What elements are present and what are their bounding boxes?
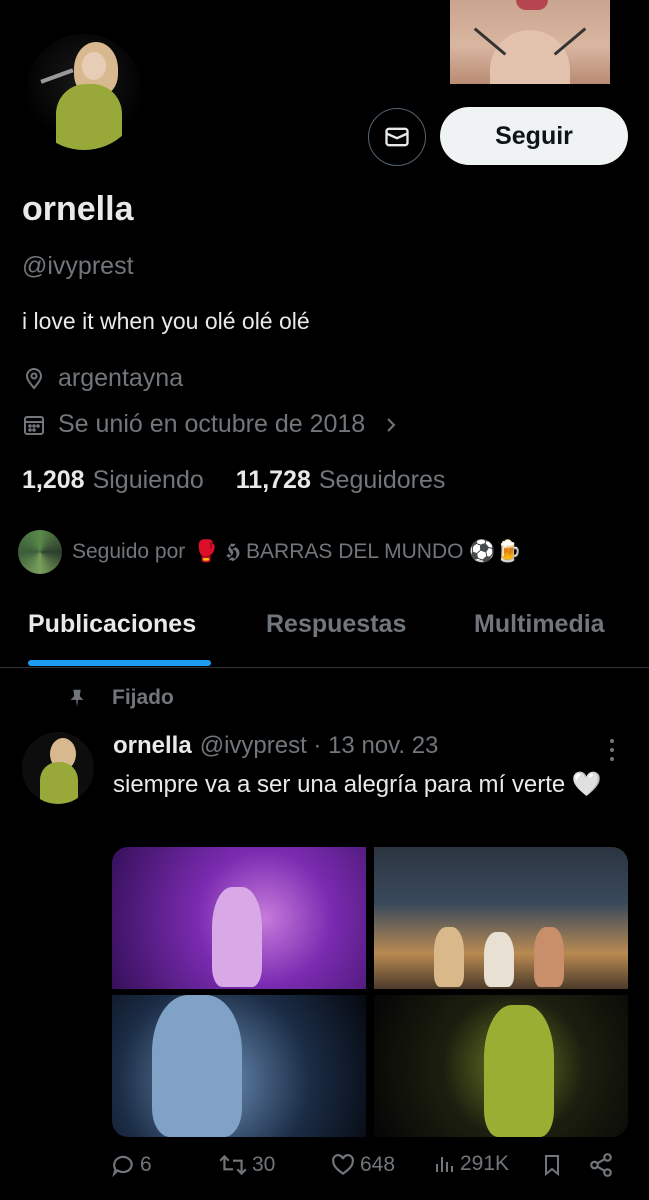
repost-icon: [219, 1154, 247, 1176]
tab-respuestas[interactable]: Respuestas: [266, 610, 406, 639]
message-button[interactable]: [368, 108, 426, 166]
post-author-avatar[interactable]: [22, 732, 94, 804]
follow-stats: 1,208 Siguiendo 11,728 Seguidores: [22, 466, 477, 495]
share-icon: [590, 1153, 612, 1177]
profile-bio: i love it when you olé olé olé: [22, 308, 310, 334]
pinned-label: Fijado: [112, 686, 174, 709]
mail-icon: [385, 127, 409, 147]
share-button[interactable]: [588, 1152, 618, 1178]
reply-button[interactable]: 6: [110, 1152, 152, 1178]
post-media-grid: [112, 847, 628, 1137]
following-link[interactable]: 1,208 Siguiendo: [22, 466, 204, 495]
follow-button[interactable]: Seguir: [440, 107, 628, 165]
repost-button[interactable]: 30: [218, 1152, 275, 1178]
location-pin-icon: [25, 367, 43, 390]
followers-count: 11,728: [235, 466, 311, 494]
calendar-icon: [24, 415, 44, 435]
post-author-handle-date[interactable]: @ivyprest · 13 nov. 23: [200, 732, 439, 760]
heart-icon: [332, 1154, 354, 1175]
location-row: argentayna: [22, 364, 183, 393]
banner-image[interactable]: [450, 0, 610, 84]
display-name: ornella: [22, 190, 134, 228]
joined-text: Se unió en octubre de 2018: [58, 410, 366, 438]
following-count: 1,208: [22, 466, 85, 494]
profile-avatar[interactable]: [22, 30, 146, 154]
followers-link[interactable]: 11,728 Seguidores: [236, 466, 446, 495]
reply-count: 6: [140, 1153, 152, 1176]
follower-avatar: [18, 530, 62, 574]
reply-icon: [112, 1155, 133, 1178]
views-count: 291K: [460, 1152, 510, 1175]
views-chart-icon: [436, 1157, 453, 1172]
like-count: 648: [360, 1153, 396, 1176]
more-vertical-icon: [610, 739, 614, 761]
active-tab-indicator: [28, 660, 211, 666]
followed-by-prefix: Seguido por: [72, 540, 186, 563]
post-header: ornella @ivyprest · 13 nov. 23: [113, 732, 438, 760]
repost-count: 30: [252, 1153, 276, 1176]
tab-multimedia[interactable]: Multimedia: [474, 610, 605, 639]
following-label: Siguiendo: [92, 466, 204, 494]
pin-icon: [70, 689, 84, 708]
bookmark-icon: [545, 1155, 559, 1177]
bookmark-button[interactable]: [540, 1152, 568, 1178]
followed-by-account: 🥊 𝕳 BARRAS DEL MUNDO ⚽🍺: [193, 540, 522, 563]
media-image-2[interactable]: [374, 847, 628, 989]
location-text: argentayna: [58, 364, 184, 392]
like-button[interactable]: 648: [330, 1152, 395, 1178]
media-image-4[interactable]: [374, 995, 628, 1137]
media-image-1[interactable]: [112, 847, 366, 989]
followed-by-row[interactable]: Seguido por 🥊 𝕳 BARRAS DEL MUNDO ⚽🍺: [18, 530, 522, 574]
joined-row[interactable]: Se unió en octubre de 2018: [22, 410, 415, 439]
user-handle: @ivyprest: [22, 252, 134, 280]
profile-tabs: Publicaciones Respuestas Multimedia: [0, 600, 649, 668]
chevron-right-icon: [387, 417, 396, 432]
views-button[interactable]: 291K: [432, 1152, 509, 1176]
pinned-indicator: Fijado: [66, 686, 174, 710]
post-text: siempre va a ser una alegría para mí ver…: [113, 771, 602, 798]
post-more-button[interactable]: [600, 736, 624, 769]
post-author-name[interactable]: ornella: [113, 732, 192, 760]
followers-label: Seguidores: [318, 466, 446, 494]
tab-publicaciones[interactable]: Publicaciones: [28, 610, 196, 639]
media-image-3[interactable]: [112, 995, 366, 1137]
